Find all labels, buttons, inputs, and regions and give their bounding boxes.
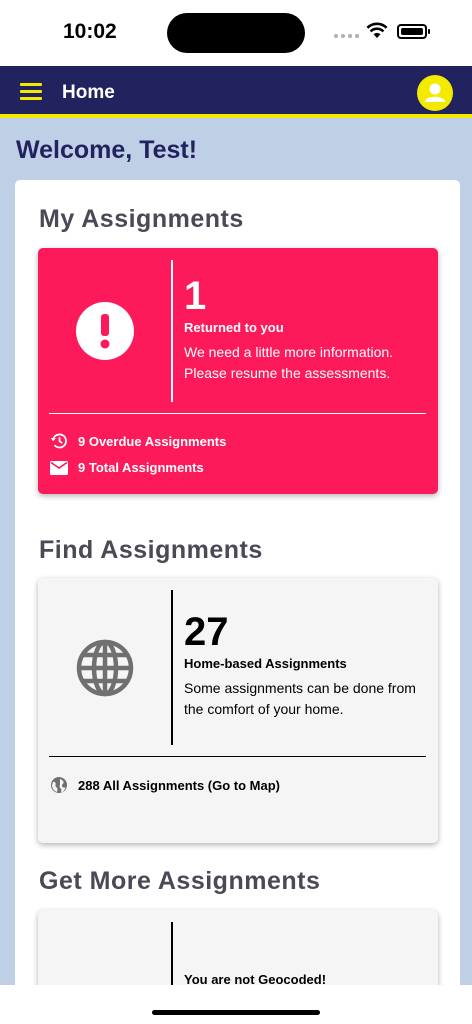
status-time: 10:02 [63, 20, 117, 43]
my-assignments-card[interactable]: 1 Returned to you We need a little more … [38, 248, 438, 494]
home-based-description: Some assignments can be done from the co… [184, 680, 416, 717]
main-content-panel: My Assignments 1 Returned to you We need… [15, 180, 460, 1024]
wifi-icon [366, 22, 388, 38]
returned-description: We need a little more information. Pleas… [184, 344, 394, 381]
page-title: Home [62, 82, 115, 103]
all-assignments-map-link[interactable]: 288 All Assignments (Go to Map) [50, 776, 280, 794]
app-bar: Home [0, 66, 472, 118]
battery-tip [428, 29, 430, 34]
user-icon [425, 83, 445, 102]
returned-label: Returned to you [184, 320, 284, 335]
all-assignments-label: 288 All Assignments (Go to Map) [78, 777, 281, 793]
card-divider-horizontal [49, 413, 426, 414]
home-based-label: Home-based Assignments [184, 656, 347, 671]
overdue-assignments-row[interactable]: 9 Overdue Assignments [50, 432, 226, 450]
dynamic-island [167, 13, 305, 53]
find-assignments-title: Find Assignments [39, 536, 263, 564]
status-bar: 10:02 [0, 0, 472, 66]
card-divider-horizontal [49, 756, 426, 757]
globe-icon [76, 639, 133, 696]
overdue-assignments-label: 9 Overdue Assignments [78, 433, 227, 449]
battery-icon [397, 24, 427, 39]
find-assignments-card[interactable]: 27 Home-based Assignments Some assignmen… [38, 578, 438, 843]
home-indicator-bar [0, 985, 472, 1024]
profile-avatar-button[interactable] [417, 75, 453, 111]
globe-icon-area [38, 590, 171, 745]
home-based-count: 27 [184, 610, 229, 654]
alert-icon-area [38, 260, 171, 402]
my-assignments-title: My Assignments [39, 205, 244, 233]
mail-icon [50, 460, 68, 475]
total-assignments-label: 9 Total Assignments [78, 460, 204, 475]
cellular-signal-icon [334, 34, 359, 38]
public-globe-icon [51, 777, 67, 793]
history-clock-icon [50, 433, 67, 449]
card-divider-vertical [171, 590, 173, 745]
card-divider-vertical [171, 260, 173, 402]
returned-count: 1 [184, 274, 207, 318]
total-assignments-row[interactable]: 9 Total Assignments [50, 460, 204, 475]
hamburger-menu-icon[interactable] [20, 83, 42, 100]
get-more-assignments-title: Get More Assignments [39, 867, 321, 895]
home-indicator[interactable] [152, 1010, 320, 1015]
welcome-heading: Welcome, Test! [16, 136, 198, 164]
exclamation-icon [75, 302, 134, 360]
